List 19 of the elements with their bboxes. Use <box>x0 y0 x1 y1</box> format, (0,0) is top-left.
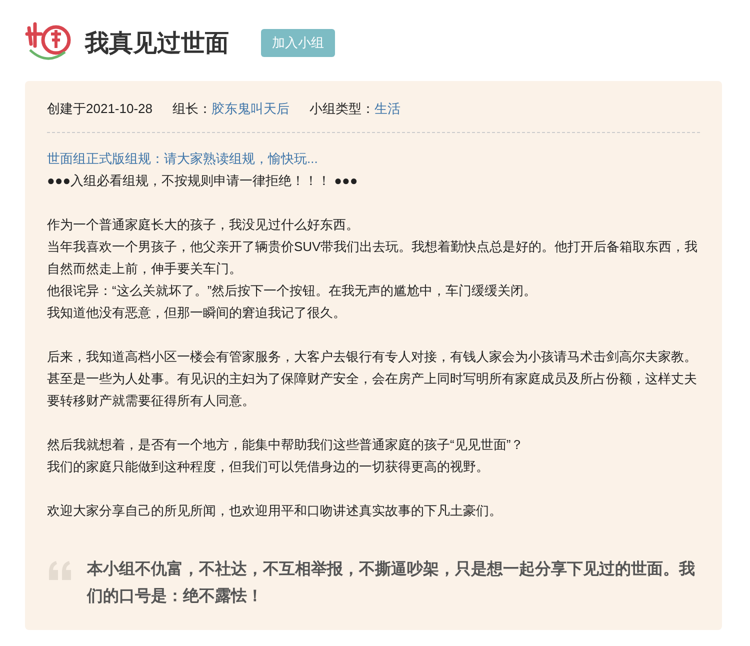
description-text: 作为一个普通家庭长大的孩子，我没见过什么好东西。 <box>47 216 360 234</box>
created-date: 创建于2021-10-28 <box>47 100 152 118</box>
owner-link[interactable]: 胶东鬼叫天后 <box>212 99 290 119</box>
description-text: 我知道他没有恶意，但那一瞬间的窘迫我记了很久。 <box>47 304 347 322</box>
group-type-link[interactable]: 生活 <box>374 99 400 119</box>
description-text: 然后我就想着，是否有一个地方，能集中帮助我们这些普通家庭的孩子“见见世面”？ <box>47 436 525 454</box>
rules-link[interactable]: 世面组正式版组规：请大家熟读组规，愉快玩... <box>47 148 318 170</box>
group-title: 我真见过世面 <box>85 29 229 59</box>
owner-label: 组长： <box>172 100 212 118</box>
description-text: 后来，我知道高档小区一楼会有管家服务，大客户去银行有专人对接，有钱人家会为小孩请马术击剑高尔夫家教。 <box>47 348 698 366</box>
description-text: 甚至是一些为人处事。有见识的主妇为了保障财产安全，会在房产上同时写明所有家庭成员及所占份额，这样丈夫要转移财产就需要征得所有人同意。 <box>47 370 698 410</box>
quote-mark-icon <box>47 560 73 580</box>
description-text: 欢迎大家分享自己的所见所闻，也欢迎用平和口吻讲述真实故事的下凡土豪们。 <box>47 502 503 520</box>
description-text: 他很诧异：“这么关就坏了。”然后按下一个按钮。在我无声的尴尬中，车门缓缓关闭。 <box>47 282 538 300</box>
group-type-label: 小组类型： <box>310 100 374 118</box>
description-text: ●●●入组必看组规，不按规则申请一律拒绝！！！ ●●● <box>47 172 359 190</box>
group-motto: 本小组不仇富，不社达，不互相举报，不撕逼吵架，只是想一起分享下见过的世面。我们的口号是：绝不露怯！ <box>87 559 696 607</box>
description-text: 我们的家庭只能做到这种程度，但我们可以凭借身边的一切获得更高的视野。 <box>47 458 490 476</box>
description-text: 当年我喜欢一个男孩子，他父亲开了辆贵价SUV带我们出去玩。我想着勤快点总是好的。他打开后备箱取东西，我自然而然走上前，伸手要关车门。 <box>47 238 699 278</box>
